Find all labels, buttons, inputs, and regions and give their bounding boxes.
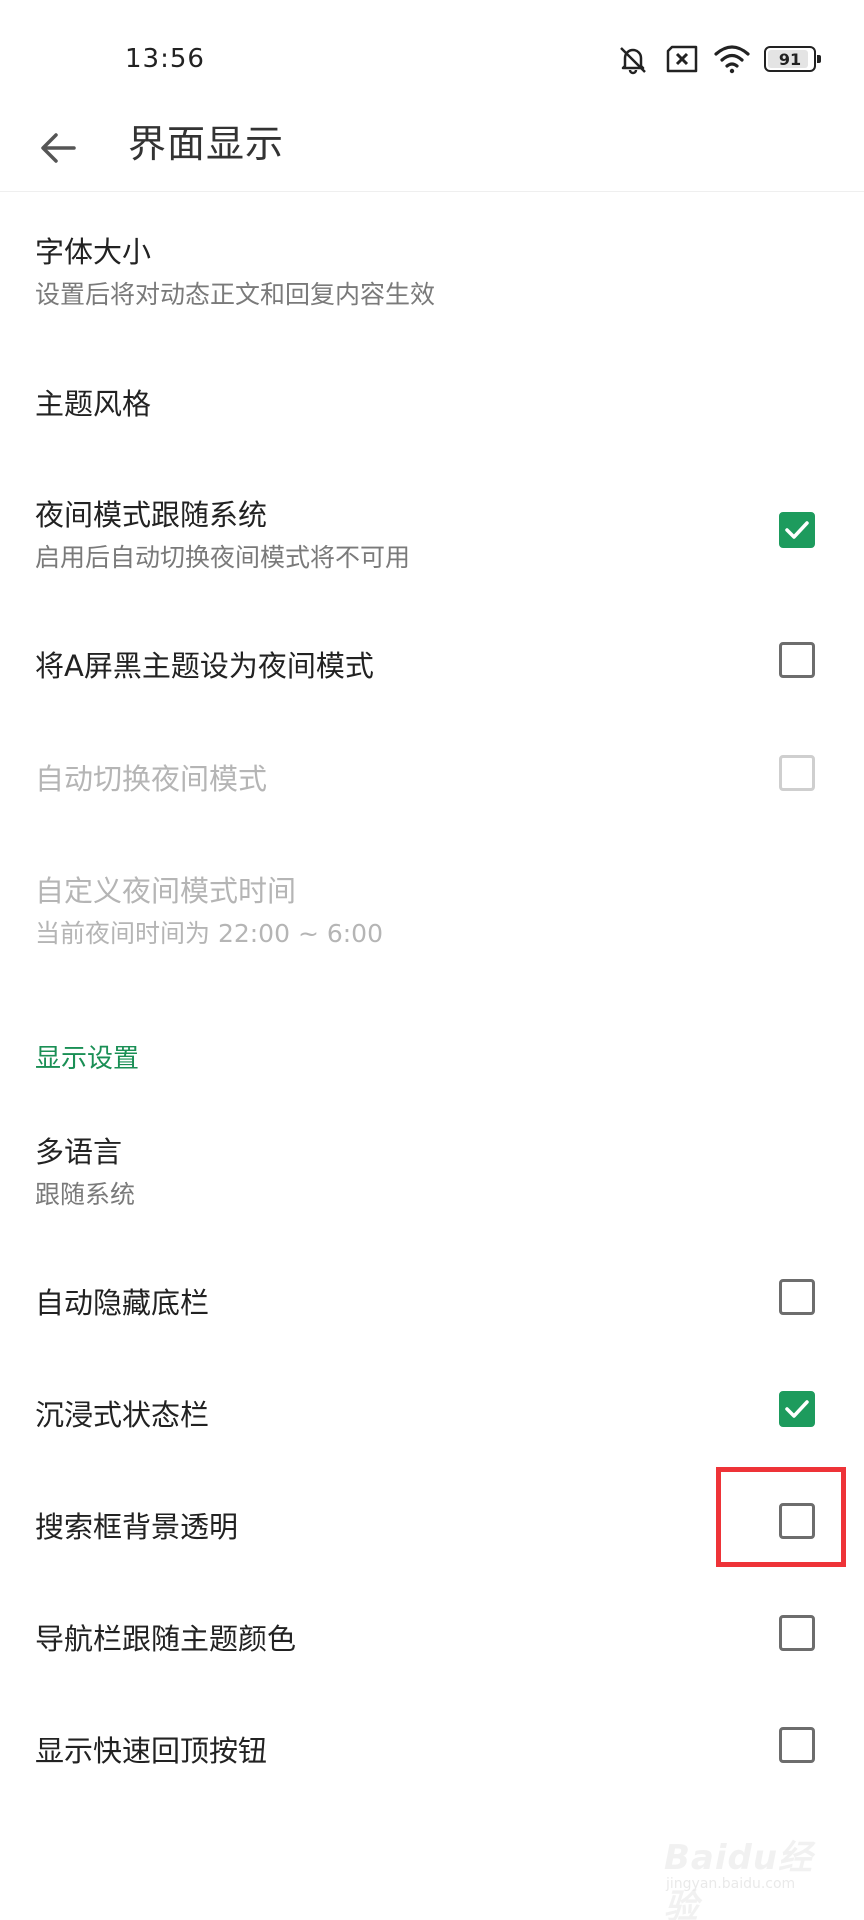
auto-switch-night-checkbox [779, 755, 815, 791]
setting-subtitle: 当前夜间时间为 22:00 ~ 6:00 [35, 919, 383, 948]
sim-blocked-icon [664, 44, 700, 74]
battery-percent: 91 [778, 49, 802, 69]
setting-immersive-status-bar[interactable]: 沉浸式状态栏 [0, 1366, 864, 1456]
battery-icon: 91 [764, 46, 821, 72]
setting-night-follow-system[interactable]: 夜间模式跟随系统 启用后自动切换夜间模式将不可用 [0, 478, 864, 588]
setting-title: 自动隐藏底栏 [35, 1286, 210, 1320]
setting-title: 夜间模式跟随系统 [35, 498, 268, 532]
setting-subtitle: 跟随系统 [35, 1180, 136, 1209]
setting-nav-bar-follow-theme[interactable]: 导航栏跟随主题颜色 [0, 1590, 864, 1680]
settings-screen: 13:56 91 界面显示 字体大小 设置后将对动态正文和回复内容生效 主题风格… [0, 0, 864, 1920]
night-follow-system-checkbox[interactable] [779, 512, 815, 548]
status-time: 13:56 [125, 44, 205, 74]
setting-theme-style[interactable]: 主题风格 [0, 355, 864, 445]
status-icons: 91 [616, 42, 821, 76]
section-header-display: 显示设置 [35, 1044, 140, 1074]
bell-muted-icon [616, 42, 650, 76]
immersive-status-bar-checkbox[interactable] [779, 1391, 815, 1427]
setting-custom-night-time: 自定义夜间模式时间 当前夜间时间为 22:00 ~ 6:00 [0, 860, 864, 970]
setting-title: 显示快速回顶按钮 [35, 1734, 268, 1768]
setting-title: 将A屏黑主题设为夜间模式 [35, 649, 374, 683]
setting-title: 字体大小 [35, 235, 152, 269]
watermark-text: Baidu经验 [664, 1838, 814, 1920]
setting-title: 主题风格 [35, 387, 152, 421]
highlight-annotation [716, 1467, 846, 1567]
watermark-logo: Baidu经验 jingyan.baidu.com [660, 1822, 830, 1920]
setting-title: 自定义夜间模式时间 [35, 874, 297, 908]
setting-font-size[interactable]: 字体大小 设置后将对动态正文和回复内容生效 [0, 215, 864, 325]
arrow-left-icon [41, 133, 76, 163]
setting-language[interactable]: 多语言 跟随系统 [0, 1115, 864, 1225]
setting-title: 搜索框背景透明 [35, 1510, 239, 1544]
auto-hide-bottom-bar-checkbox[interactable] [779, 1279, 815, 1315]
setting-title: 沉浸式状态栏 [35, 1398, 210, 1432]
checkmark-icon [785, 521, 809, 539]
checkmark-icon [785, 1400, 809, 1418]
back-button[interactable] [28, 118, 88, 178]
nav-bar-follow-theme-checkbox[interactable] [779, 1615, 815, 1651]
setting-auto-hide-bottom-bar[interactable]: 自动隐藏底栏 [0, 1254, 864, 1344]
show-back-to-top-checkbox[interactable] [779, 1727, 815, 1763]
setting-title: 导航栏跟随主题颜色 [35, 1622, 297, 1656]
setting-subtitle: 启用后自动切换夜间模式将不可用 [35, 543, 411, 572]
watermark-url: jingyan.baidu.com [666, 1876, 796, 1892]
setting-show-back-to-top[interactable]: 显示快速回顶按钮 [0, 1702, 864, 1792]
app-bar: 界面显示 [0, 100, 864, 192]
setting-subtitle: 设置后将对动态正文和回复内容生效 [35, 280, 436, 309]
wifi-icon [714, 44, 750, 74]
status-bar: 13:56 91 [0, 0, 864, 110]
a-black-theme-night-checkbox[interactable] [779, 642, 815, 678]
setting-title: 多语言 [35, 1135, 123, 1169]
page-title: 界面显示 [128, 122, 285, 166]
setting-title: 自动切换夜间模式 [35, 762, 268, 796]
setting-a-black-theme-night[interactable]: 将A屏黑主题设为夜间模式 [0, 617, 864, 707]
setting-auto-switch-night: 自动切换夜间模式 [0, 730, 864, 820]
